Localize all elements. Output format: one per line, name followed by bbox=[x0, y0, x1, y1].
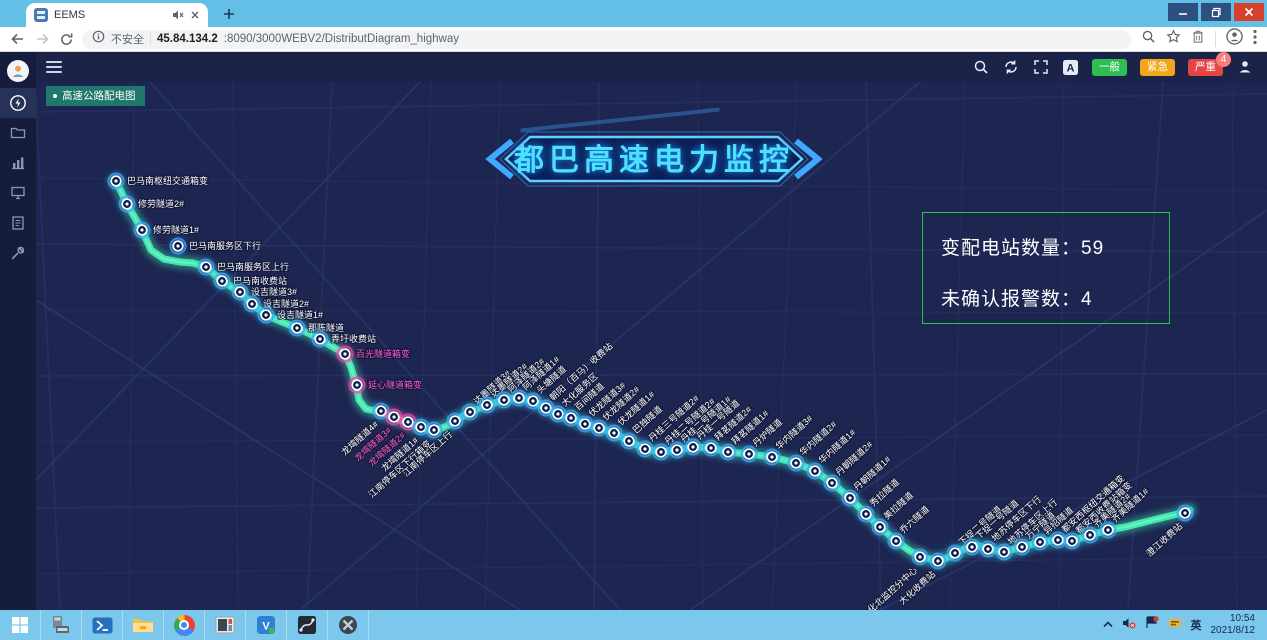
station-label: 百光隧道箱变 bbox=[356, 348, 410, 359]
station-label: 巴马南枢纽交通箱变 bbox=[127, 175, 208, 186]
vnc-app-icon[interactable]: V bbox=[246, 610, 287, 640]
header-actions: A 一般 紧急 严重4 bbox=[972, 59, 1267, 76]
tab-favicon-icon bbox=[34, 8, 48, 22]
summary-panel: 变配电站数量：59 未确认报警数：4 bbox=[922, 212, 1170, 324]
fullscreen-icon[interactable] bbox=[1032, 59, 1049, 76]
tab-audio-muted-icon[interactable] bbox=[172, 9, 184, 21]
browser-addressbar: 不安全 45.84.134.2 :8090/3000WEBV2/Distribut… bbox=[0, 27, 1267, 52]
alarm-count-badge: 4 bbox=[1216, 52, 1231, 67]
map-title-banner: 都巴高速电力监控 都巴高速电力监控 bbox=[490, 108, 818, 186]
language-icon[interactable]: A bbox=[1062, 59, 1079, 76]
start-button[interactable] bbox=[0, 610, 41, 640]
window-close-button[interactable] bbox=[1234, 3, 1264, 21]
station-marker[interactable]: 修劳隧道2# bbox=[118, 195, 184, 213]
tray-ime-tool-icon[interactable] bbox=[1168, 616, 1182, 634]
browser-menu-icon[interactable] bbox=[1253, 29, 1257, 50]
alarm-level-critical-button[interactable]: 严重4 bbox=[1188, 59, 1223, 76]
station-label: 弄圩收费站 bbox=[331, 333, 376, 344]
browser-tabstrip: EEMS bbox=[0, 0, 1267, 27]
addressbar-actions bbox=[1141, 28, 1267, 50]
window-controls bbox=[1168, 3, 1264, 21]
system-tray: 英 10:54 2021/8/12 bbox=[1103, 610, 1267, 640]
sidebar-item-statistics[interactable] bbox=[0, 148, 36, 178]
station-label: 修劳隧道2# bbox=[138, 198, 184, 209]
bookmark-star-icon[interactable] bbox=[1166, 29, 1181, 49]
server-manager-icon[interactable] bbox=[41, 610, 82, 640]
actions-divider bbox=[1215, 31, 1216, 47]
breadcrumb-tab[interactable]: 高速公路配电图 bbox=[46, 86, 145, 106]
svg-text:A: A bbox=[1067, 62, 1075, 74]
station-label: 那陈隧道 bbox=[308, 322, 344, 333]
alarm-level-normal-button[interactable]: 一般 bbox=[1092, 59, 1127, 76]
tray-expand-icon[interactable] bbox=[1103, 616, 1113, 634]
search-icon[interactable] bbox=[972, 59, 989, 76]
breadcrumb-label: 高速公路配电图 bbox=[62, 88, 136, 103]
window-minimize-button[interactable] bbox=[1168, 3, 1198, 21]
user-icon[interactable] bbox=[1236, 59, 1253, 76]
reload-icon[interactable] bbox=[54, 29, 78, 49]
user-avatar[interactable] bbox=[7, 60, 29, 82]
url-host: 45.84.134.2 bbox=[157, 33, 218, 45]
tray-notification-flag-icon[interactable] bbox=[1145, 616, 1159, 634]
new-tab-button[interactable] bbox=[222, 7, 238, 23]
sidebar bbox=[0, 52, 36, 610]
station-marker[interactable]: 巴马南枢纽交通箱变 bbox=[107, 172, 208, 190]
chrome-icon[interactable] bbox=[164, 610, 205, 640]
station-label: 设吉隧道1# bbox=[277, 309, 323, 320]
station-marker[interactable]: 巴马南服务区下行 bbox=[169, 237, 261, 255]
station-marker[interactable]: 巴马南服务区上行 bbox=[197, 258, 289, 276]
critical-button-label: 严重 bbox=[1195, 61, 1216, 73]
station-label: 修劳隧道1# bbox=[153, 224, 199, 235]
station-count-text: 变配电站数量：59 bbox=[941, 233, 1169, 260]
station-label: 巴马南服务区上行 bbox=[217, 261, 289, 272]
sidebar-item-files[interactable] bbox=[0, 118, 36, 148]
sidebar-item-reports[interactable] bbox=[0, 208, 36, 238]
menu-toggle-icon[interactable] bbox=[46, 61, 62, 73]
highway-map[interactable]: 巴马南枢纽交通箱变修劳隧道2#修劳隧道1#巴马南服务区下行巴马南服务区上行巴马南… bbox=[36, 82, 1267, 610]
station-marker-alarm[interactable]: 延心隧道箱变 bbox=[348, 376, 422, 394]
forward-icon[interactable] bbox=[30, 29, 54, 49]
tab-title: EEMS bbox=[54, 9, 166, 21]
trash-icon[interactable] bbox=[1191, 29, 1205, 49]
url-path: :8090/3000WEBV2/DistributDiagram_highway bbox=[224, 33, 459, 45]
app-header: A 一般 紧急 严重4 bbox=[36, 52, 1267, 82]
tray-volume-icon[interactable] bbox=[1122, 616, 1136, 634]
sidebar-item-power-distribution[interactable] bbox=[0, 88, 36, 118]
design-app-icon[interactable] bbox=[287, 610, 328, 640]
window-maximize-button[interactable] bbox=[1201, 3, 1231, 21]
station-label: 设吉隧道3# bbox=[251, 286, 297, 297]
tab-close-icon[interactable] bbox=[190, 10, 200, 20]
alarm-level-urgent-button[interactable]: 紧急 bbox=[1140, 59, 1175, 76]
sidebar-item-tools[interactable] bbox=[0, 238, 36, 268]
station-marker[interactable]: 修劳隧道1# bbox=[133, 221, 199, 239]
powershell-icon[interactable] bbox=[82, 610, 123, 640]
display-app-icon[interactable] bbox=[205, 610, 246, 640]
browser-tab[interactable]: EEMS bbox=[26, 3, 208, 27]
clock-date: 2021/8/12 bbox=[1211, 625, 1256, 638]
station-label: 延心隧道箱变 bbox=[368, 379, 422, 390]
unconfirmed-alarm-text: 未确认报警数：4 bbox=[941, 284, 1169, 311]
station-label: 巴马南服务区下行 bbox=[189, 240, 261, 251]
file-explorer-icon[interactable] bbox=[123, 610, 164, 640]
url-divider bbox=[150, 33, 151, 45]
taskbar-clock[interactable]: 10:54 2021/8/12 bbox=[1211, 613, 1260, 638]
sidebar-item-devices[interactable] bbox=[0, 178, 36, 208]
security-label: 不安全 bbox=[111, 31, 144, 47]
taskbar: V 英 10:54 2021/8/12 bbox=[0, 610, 1267, 640]
refresh-icon[interactable] bbox=[1002, 59, 1019, 76]
profile-avatar-icon[interactable] bbox=[1226, 28, 1243, 50]
breadcrumb-dot-icon bbox=[53, 94, 57, 98]
map-title: 都巴高速电力监控 bbox=[513, 144, 794, 177]
screen: EEMS 不 bbox=[0, 0, 1267, 640]
zoom-icon[interactable] bbox=[1141, 29, 1156, 49]
url-field[interactable]: 不安全 45.84.134.2 :8090/3000WEBV2/Distribut… bbox=[82, 30, 1131, 49]
back-icon[interactable] bbox=[6, 29, 30, 49]
admin-tools-icon[interactable] bbox=[328, 610, 369, 640]
ime-language-indicator[interactable]: 英 bbox=[1191, 617, 1202, 633]
map-canvas[interactable]: 巴马南枢纽交通箱变修劳隧道2#修劳隧道1#巴马南服务区下行巴马南服务区上行巴马南… bbox=[36, 82, 1267, 610]
eems-app: A 一般 紧急 严重4 巴马南枢纽交通箱变修劳隧道2# 修劳隧道1# 巴马南服务区下… bbox=[0, 52, 1267, 610]
clock-time: 10:54 bbox=[1211, 613, 1256, 626]
page-info-icon[interactable] bbox=[92, 30, 105, 48]
